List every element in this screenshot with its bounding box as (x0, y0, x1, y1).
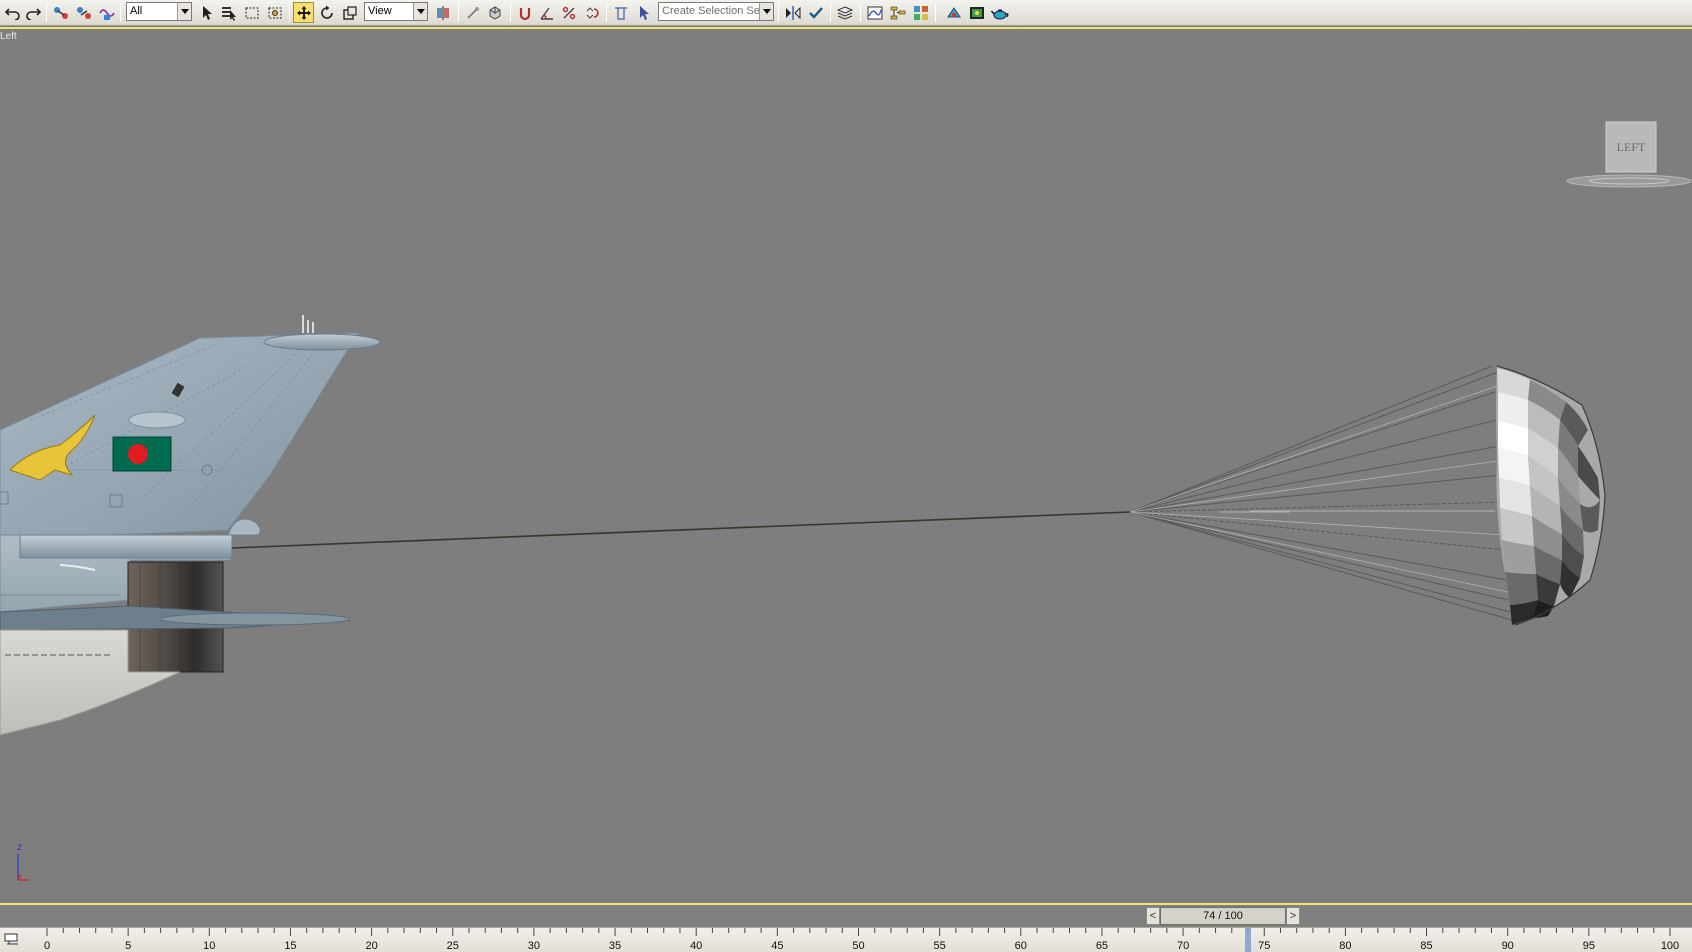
named-selection-sets-dropdown[interactable]: Create Selection Set (658, 2, 774, 21)
ruler-tick-label: 85 (1420, 940, 1432, 952)
ruler-tick-label: 100 (1661, 940, 1679, 952)
selection-filter-value: All (130, 5, 143, 17)
undo-icon[interactable] (2, 2, 23, 23)
ruler-tick-label: 10 (203, 940, 215, 952)
viewcube[interactable]: LEFT (1566, 96, 1692, 188)
current-frame-marker[interactable] (1245, 928, 1252, 952)
drag-parachute-model (1129, 365, 1606, 626)
spinner-snap-toggle-icon[interactable] (580, 2, 601, 23)
ruler-tick-label: 50 (852, 940, 864, 952)
select-and-rotate-icon[interactable] (316, 2, 337, 23)
chevron-down-icon (759, 3, 773, 20)
window-crossing-toggle-icon[interactable] (264, 2, 285, 23)
track-bar[interactable]: 0 5 10 15 20 25 30 35 40 45 50 55 60 65 70 75 80 85 90 95 10… (0, 927, 1692, 952)
align-icon[interactable] (805, 2, 826, 23)
rectangular-selection-region-icon[interactable] (241, 2, 262, 23)
unlink-selection-icon[interactable] (73, 2, 94, 23)
ruler-tick-label: 70 (1177, 940, 1189, 952)
ruler-tick-label: 5 (125, 940, 131, 952)
redo-icon[interactable] (22, 2, 43, 23)
ruler-tick-label: 55 (934, 940, 946, 952)
chevron-down-icon (413, 3, 427, 20)
material-editor-icon[interactable] (910, 2, 931, 23)
reference-coordinate-system-dropdown[interactable]: View (364, 2, 428, 21)
ruler-tick-label: 95 (1583, 940, 1595, 952)
select-object-icon[interactable] (196, 2, 217, 23)
open-mini-curve-editor-icon[interactable] (4, 932, 20, 951)
selection-cursor-icon[interactable] (632, 2, 653, 23)
aircraft-tail-model (0, 315, 381, 736)
angle-snap-toggle-icon[interactable] (536, 2, 557, 23)
axis-tripod-gizmo: z x (6, 842, 30, 884)
select-and-manipulate-icon[interactable] (462, 2, 483, 23)
ruler-tick-label: 0 (44, 940, 50, 952)
left-viewport[interactable]: Left LEFT z x (0, 27, 1692, 905)
previous-frame-button[interactable]: < (1146, 907, 1160, 925)
time-slider-thumb[interactable]: 74 / 100 (1160, 907, 1286, 925)
axis-z-label: z (17, 842, 22, 853)
select-by-name-icon[interactable] (218, 2, 239, 23)
select-and-move-icon[interactable] (293, 2, 314, 23)
ruler-tick-label: 45 (771, 940, 783, 952)
next-frame-button[interactable]: > (1286, 907, 1300, 925)
snaps-toggle-icon[interactable] (514, 2, 535, 23)
curve-editor-icon[interactable] (864, 2, 885, 23)
named-selection-sets-placeholder: Create Selection Set (662, 5, 763, 17)
ruler-tick-label: 25 (447, 940, 459, 952)
keyboard-shortcut-override-icon[interactable] (484, 2, 505, 23)
selection-filter-dropdown[interactable]: All (126, 2, 192, 21)
ruler-tick-label: 20 (365, 940, 377, 952)
ruler-tick-label: 30 (528, 940, 540, 952)
viewcube-face-label[interactable]: LEFT (1606, 140, 1656, 155)
ruler-tick-label: 35 (609, 940, 621, 952)
percent-snap-toggle-icon[interactable] (558, 2, 579, 23)
drag-chute-cable (231, 511, 1131, 549)
ruler-tick-label: 65 (1096, 940, 1108, 952)
ruler-tick-label: 90 (1502, 940, 1514, 952)
render-production-teapot-icon[interactable] (989, 2, 1010, 23)
ruler-tick-label: 40 (690, 940, 702, 952)
main-toolbar: All View Create Selection Set (0, 0, 1692, 26)
use-pivot-point-center-icon[interactable] (432, 2, 453, 23)
ruler-tick-label: 60 (1015, 940, 1027, 952)
ruler-tick-label: 75 (1258, 940, 1270, 952)
ruler-tick-label: 80 (1339, 940, 1351, 952)
render-setup-icon[interactable] (943, 2, 964, 23)
reference-coordinate-value: View (368, 5, 392, 17)
select-and-link-icon[interactable] (50, 2, 71, 23)
chevron-down-icon (177, 3, 191, 20)
application-window: All View Create Selection Set Left LEFT … (0, 0, 1692, 952)
axis-x-mark: x (17, 871, 22, 881)
scene-render (0, 315, 1606, 736)
rendered-frame-window-icon[interactable] (966, 2, 987, 23)
mirror-icon[interactable] (782, 2, 803, 23)
layer-manager-icon[interactable] (834, 2, 855, 23)
ruler-tick-label: 15 (284, 940, 296, 952)
bind-to-space-warp-icon[interactable] (96, 2, 117, 23)
frame-ruler: 0 5 10 15 20 25 30 35 40 45 50 55 60 65 70 75 80 85 90 95 10… (44, 928, 1679, 952)
schematic-view-icon[interactable] (887, 2, 908, 23)
edit-named-selection-sets-icon[interactable] (610, 2, 631, 23)
select-and-scale-icon[interactable] (339, 2, 360, 23)
time-slider[interactable]: < 74 / 100 > (1146, 907, 1300, 925)
